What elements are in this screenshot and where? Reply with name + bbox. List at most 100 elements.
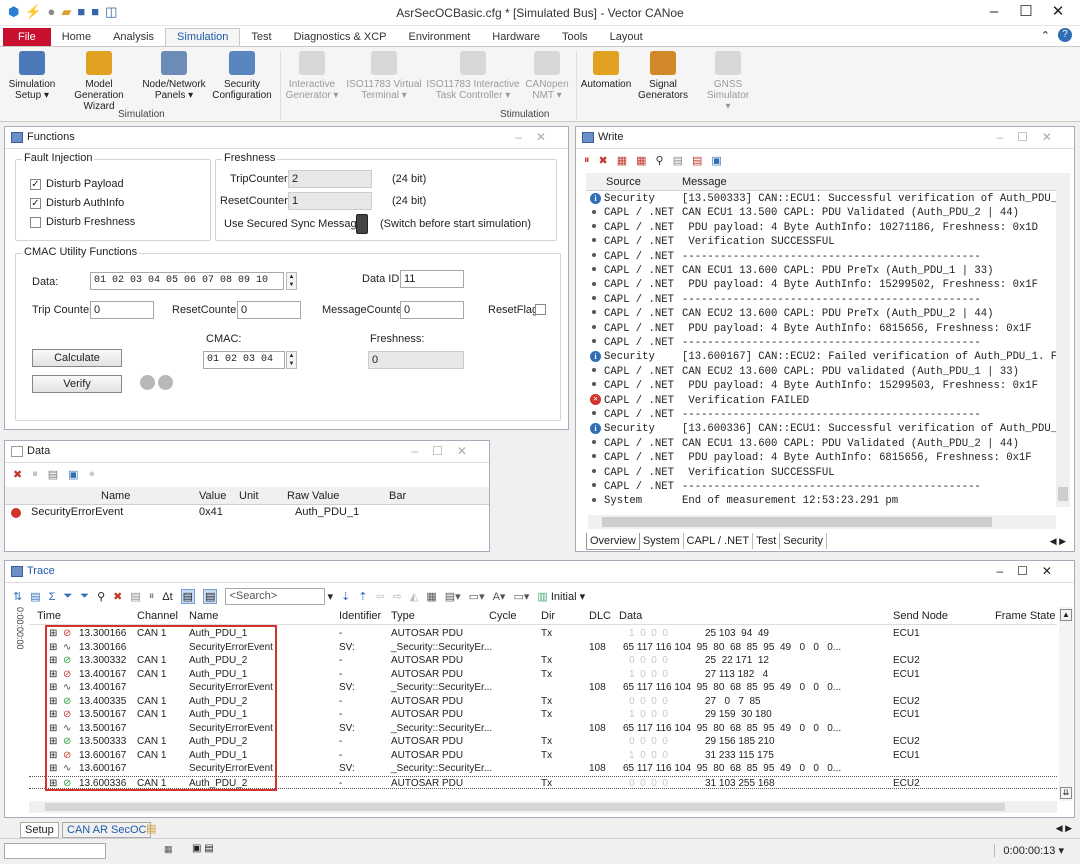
trace-clear-icon[interactable]: ✖ [113, 590, 122, 603]
reset-counter-field[interactable]: 1 [288, 192, 372, 210]
message-counter-input[interactable]: 0 [400, 301, 464, 319]
iso11783-terminal-button[interactable]: ISO11783 Virtual Terminal ▾ [344, 51, 424, 101]
trace-find-icon[interactable]: ⚲ [97, 590, 105, 603]
trace-hscroll[interactable] [29, 801, 1057, 813]
filter-icon[interactable]: ▦ [617, 154, 627, 167]
tab-system[interactable]: System [640, 533, 684, 549]
automation-button[interactable]: Automation [578, 51, 634, 90]
signal-generators-button[interactable]: Signal Generators [634, 51, 692, 101]
trace-view-icon[interactable]: ▭▾ [469, 590, 485, 603]
trace-export-icon[interactable]: ▤▾ [445, 590, 461, 603]
save-log-icon[interactable]: ▤ [692, 154, 702, 167]
trace-hscroll-thumb[interactable] [45, 803, 1005, 811]
col-dir[interactable]: Dir [541, 610, 555, 622]
nav-back-icon[interactable]: ⇦ [375, 590, 384, 603]
panel-window-controls[interactable]: –☐✕ [997, 564, 1067, 578]
col-value[interactable]: Value [199, 490, 226, 502]
tab-layout[interactable]: Layout [599, 29, 654, 46]
tab-hardware[interactable]: Hardware [481, 29, 551, 46]
tab-file[interactable]: File [3, 28, 51, 46]
config-icon[interactable]: ▤ [48, 468, 58, 481]
initial-layout-button[interactable]: ▥ Initial ▾ [537, 590, 585, 603]
tab-capl[interactable]: CAPL / .NET [684, 533, 754, 549]
col-type[interactable]: Type [391, 610, 415, 622]
find-prev-icon[interactable]: ⇡ [358, 590, 367, 603]
col-message[interactable]: Message [682, 176, 727, 188]
calculate-button[interactable]: Calculate [32, 349, 122, 367]
tab-can-ar-secoc[interactable]: CAN AR SecOC [62, 822, 152, 838]
write-hscroll[interactable] [588, 515, 1056, 529]
trip-counter-field[interactable]: 2 [288, 170, 372, 188]
tab-simulation[interactable]: Simulation [165, 28, 241, 46]
security-configuration-button[interactable]: Security Configuration [210, 51, 274, 101]
delete-icon[interactable]: ✖ [13, 468, 22, 481]
col-data[interactable]: Data [619, 610, 642, 622]
help-icon[interactable]: ? [1058, 28, 1072, 42]
canopen-nmt-button[interactable]: CANopen NMT ▾ [522, 51, 572, 101]
tab-home[interactable]: Home [51, 29, 102, 46]
cmac-input[interactable]: 01 02 03 04 [203, 351, 285, 369]
col-send-node[interactable]: Send Node [893, 610, 948, 622]
export-icon[interactable]: ▣ [711, 154, 721, 167]
model-generation-wizard-button[interactable]: Model Generation Wizard [60, 51, 138, 112]
pause-icon[interactable]: ⏸ [584, 154, 590, 167]
iso11783-task-controller-button[interactable]: ISO11783 Interactive Task Controller ▾ [424, 51, 522, 101]
cmac-reset-counter-input[interactable]: 0 [237, 301, 301, 319]
tab-nav-arrows-icon[interactable]: ◀ ▶ [1050, 536, 1066, 547]
tab-security[interactable]: Security [780, 533, 828, 549]
panel-window-controls[interactable]: –☐✕ [997, 130, 1067, 144]
col-unit[interactable]: Unit [239, 490, 259, 502]
trace-search-input[interactable]: <Search> [225, 588, 326, 605]
cmac-spinner[interactable]: ▲ ▼ [286, 351, 297, 369]
desktop-nav-icon[interactable]: ◀ ▶ [1056, 823, 1072, 834]
table-row[interactable]: SecurityErrorEvent 0x41 Auth_PDU_1 [5, 505, 489, 521]
col-channel[interactable]: Channel [137, 610, 178, 622]
col-identifier[interactable]: Identifier [339, 610, 381, 622]
trace-pause-icon[interactable]: ⏸ [149, 590, 155, 603]
tab-analysis[interactable]: Analysis [102, 29, 165, 46]
close-icon[interactable]: ✕ [1042, 2, 1074, 22]
trace-color-icon[interactable]: ▭▾ [513, 590, 529, 603]
disturb-authinfo-checkbox[interactable]: ✓ [30, 198, 41, 209]
panel-window-controls[interactable]: –✕ [515, 130, 560, 144]
tab-diagnostics[interactable]: Diagnostics & XCP [283, 29, 398, 46]
disturb-payload-checkbox[interactable]: ✓ [30, 179, 41, 190]
cmac-trip-counter-input[interactable]: 0 [90, 301, 154, 319]
tab-test[interactable]: Test [240, 29, 282, 46]
nav-fwd-icon[interactable]: ⇨ [393, 590, 402, 603]
status-input[interactable] [4, 843, 106, 859]
reset-flag-checkbox[interactable] [535, 304, 546, 315]
col-raw-value[interactable]: Raw Value [287, 490, 339, 502]
col-name[interactable]: Name [189, 610, 218, 622]
tab-environment[interactable]: Environment [398, 29, 482, 46]
tab-tools[interactable]: Tools [551, 29, 599, 46]
verify-button[interactable]: Verify [32, 375, 122, 393]
col-dlc[interactable]: DLC [589, 610, 611, 622]
trace-detail-icon[interactable]: ▤ [130, 590, 140, 603]
trace-funnel-icon[interactable]: ⏷ [63, 590, 72, 603]
trace-scroll-up-icon[interactable]: ▲ [1060, 609, 1072, 621]
data-id-input[interactable]: 11 [400, 270, 464, 288]
tab-test-output[interactable]: Test [753, 533, 781, 549]
tab-overview[interactable]: Overview [586, 533, 640, 550]
trace-funnel2-icon[interactable]: ⏷ [80, 590, 89, 603]
data-input[interactable]: 01 02 03 04 05 06 07 08 09 10 [90, 272, 284, 290]
simulation-setup-button[interactable]: Simulation Setup ▾ [4, 51, 60, 101]
panel-window-controls[interactable]: –☐✕ [412, 444, 482, 458]
collapse-ribbon-icon[interactable]: ⌃ [1041, 29, 1050, 42]
copy-icon[interactable]: ▣ [68, 468, 78, 481]
marker-icon[interactable]: ◭ [410, 590, 418, 603]
trace-sigma-icon[interactable]: Σ [49, 591, 56, 603]
trace-time-icon[interactable]: Δt [162, 591, 172, 603]
filter2-icon[interactable]: ▦ [636, 154, 646, 167]
write-vscroll[interactable] [1056, 173, 1070, 507]
secured-sync-switch[interactable] [356, 214, 368, 234]
data-spinner[interactable]: ▲ ▼ [286, 272, 297, 290]
interactive-generator-button[interactable]: Interactive Generator ▾ [282, 51, 342, 101]
find-icon[interactable]: ⚲ [656, 154, 664, 167]
col-frame-state[interactable]: Frame State [995, 610, 1056, 622]
disturb-freshness-checkbox[interactable] [30, 217, 41, 228]
col-cycle[interactable]: Cycle [489, 610, 517, 622]
col-name[interactable]: Name [101, 490, 130, 502]
trace-chrono-icon[interactable]: ▤ [180, 589, 196, 604]
